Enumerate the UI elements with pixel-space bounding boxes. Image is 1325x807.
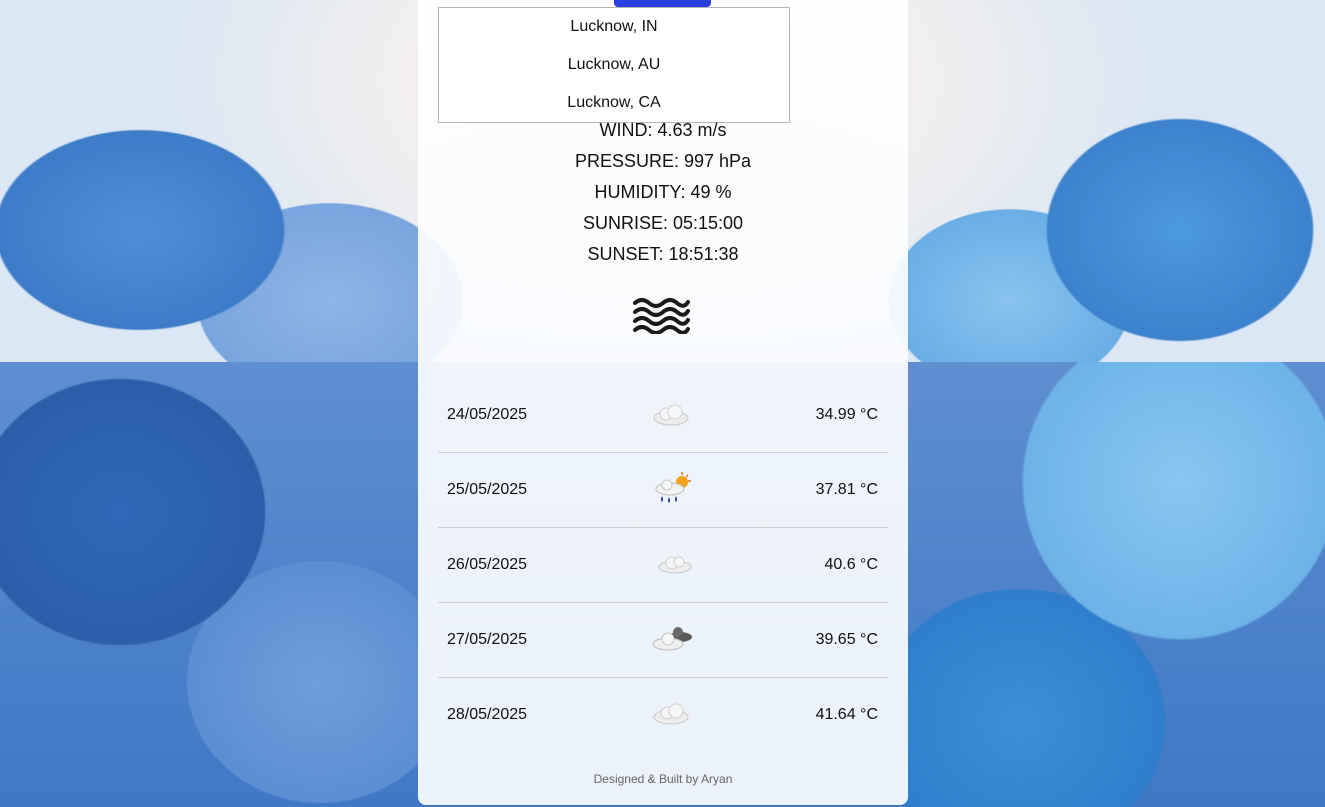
- city-suggestions-dropdown: Lucknow, IN Lucknow, AU Lucknow, CA: [438, 7, 790, 123]
- footer-credit: Designed & Built by Aryan: [593, 772, 733, 786]
- dark-clouds-icon: [652, 627, 692, 651]
- forecast-date: 25/05/2025: [447, 481, 528, 498]
- pressure-text: PRESSURE: 997 hPa: [574, 151, 752, 171]
- forecast-date: 27/05/2025: [447, 631, 528, 648]
- search-button[interactable]: [614, 0, 711, 7]
- forecast-row: 28/05/2025 41.64 °C: [438, 678, 888, 752]
- forecast-row: 27/05/2025 39.65 °C: [438, 603, 888, 678]
- wind-haze-icon: [633, 298, 690, 334]
- rain-sun-icon: [655, 472, 691, 503]
- suggestion-item[interactable]: Lucknow, CA: [439, 92, 789, 114]
- forecast-date: 24/05/2025: [447, 406, 528, 423]
- forecast-date: 26/05/2025: [447, 556, 528, 573]
- sunset-text: SUNSET: 18:51:38: [587, 244, 739, 264]
- forecast-temp: 37.81 °C: [815, 481, 878, 498]
- forecast-temp: 34.99 °C: [815, 406, 878, 423]
- forecast-row: 24/05/2025 34.99 °C: [438, 378, 888, 453]
- forecast-row: 26/05/2025 40.6 °C: [438, 528, 888, 603]
- cloud-icon: [658, 556, 692, 574]
- suggestion-item[interactable]: Lucknow, AU: [439, 54, 789, 76]
- forecast-date: 28/05/2025: [447, 706, 528, 723]
- forecast-row: 25/05/2025 37.81 °C: [438, 453, 888, 528]
- forecast-temp: 41.64 °C: [815, 706, 878, 723]
- cloud-icon: [653, 404, 689, 426]
- cloud-icon: [653, 703, 689, 725]
- forecast-temp: 39.65 °C: [815, 631, 878, 648]
- forecast-temp: 40.6 °C: [824, 556, 878, 573]
- sunrise-text: SUNRISE: 05:15:00: [582, 213, 744, 233]
- wind-text: WIND: 4.63 m/s: [599, 120, 727, 140]
- suggestion-item[interactable]: Lucknow, IN: [439, 16, 789, 38]
- humidity-text: HUMIDITY: 49 %: [594, 182, 732, 202]
